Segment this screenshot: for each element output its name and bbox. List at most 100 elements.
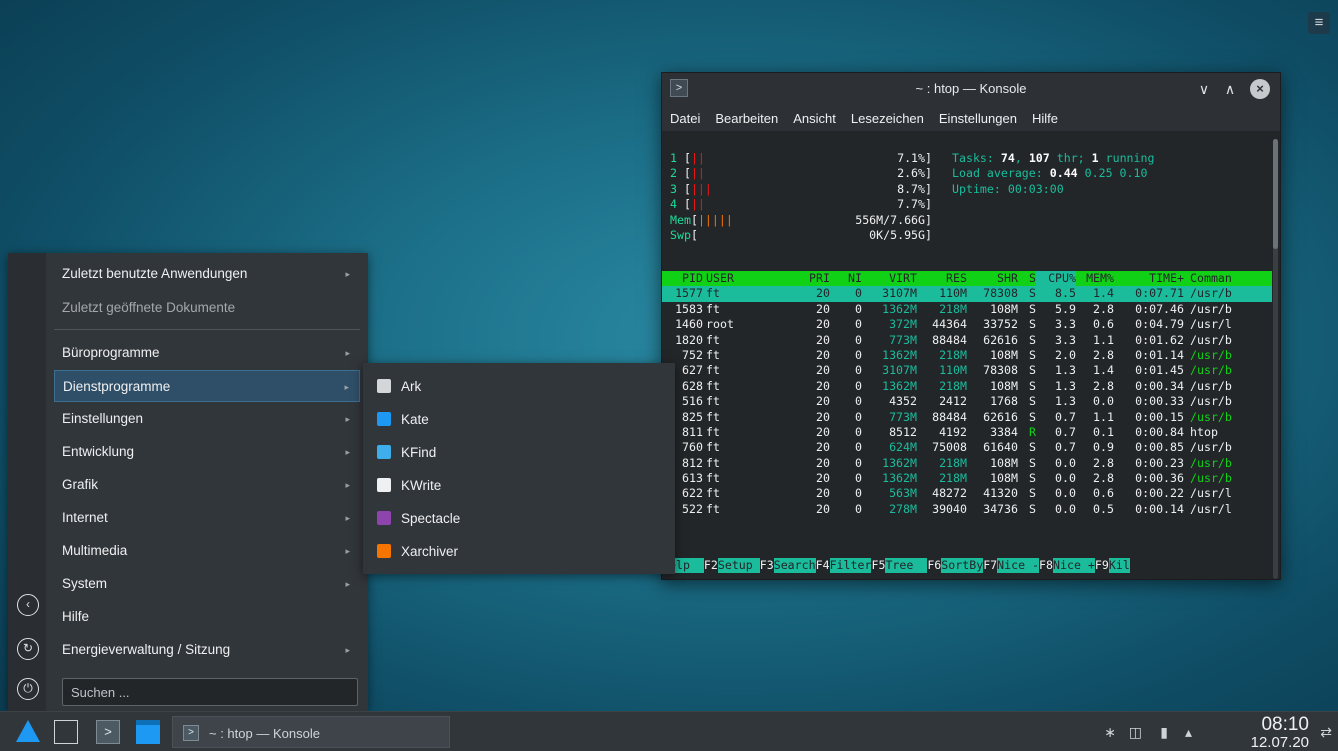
launcher-item-dienstprogramme[interactable]: Dienstprogramme ▸ (54, 370, 360, 402)
fkey-label[interactable]: SortBy (941, 557, 984, 573)
chevron-right-icon: ▸ (345, 546, 350, 556)
fkey-F9[interactable]: F9 (1095, 558, 1109, 573)
tasks-line: Tasks: 74, 107 thr; 1 running (952, 151, 1155, 165)
submenu-item-spectacle[interactable]: Spectacle (371, 502, 667, 535)
fkey-label[interactable]: Kil (1108, 557, 1130, 573)
taskbar: > > ~ : htop — Konsole ∗ ◫ ▮ ▴ 08:10 12.… (0, 711, 1338, 751)
launcher-item-label: Büroprogramme (62, 345, 160, 360)
process-row[interactable]: 825 ft 20 0 773M 88484 62616 S 0.7 1.1 0:00.15/usr… (662, 410, 1272, 425)
submenu-item-label: Spectacle (401, 511, 461, 526)
process-row[interactable]: 613 ft 20 0 1362M 218M 108M S 0.0 2.8 0:00.36/usr/… (662, 471, 1272, 486)
process-table-header[interactable]: PID USER PRI NI VIRT RES SHR S CPU% MEM% TIME+ Comm… (662, 271, 1272, 287)
process-row[interactable]: 1460 root 20 0 372M 44364 33752 S 3.3 0.6 0:04.79/… (662, 317, 1272, 332)
submenu-item-kfind[interactable]: KFind (371, 436, 667, 469)
launcher-item-label: Hilfe (62, 609, 90, 624)
submenu-item-xarchiver[interactable]: Xarchiver (371, 535, 667, 568)
launcher-item-internet[interactable]: Internet ▸ (54, 502, 360, 534)
back-icon[interactable]: ‹ (17, 594, 39, 616)
process-row[interactable]: 522 ft 20 0 278M 39040 34736 S 0.0 0.5 0:00.14/usr… (662, 502, 1272, 517)
dolphin-launcher-icon[interactable] (136, 720, 160, 744)
power-icon[interactable]: ⏻ (17, 678, 39, 700)
process-row[interactable]: 516 ft 20 0 4352 2412 1768 S 1.3 0.0 0:00.33/usr/b (662, 394, 1272, 409)
launcher-item-einstellungen[interactable]: Einstellungen ▸ (54, 403, 360, 435)
fkey-F7[interactable]: F7 (983, 558, 997, 573)
process-row[interactable]: 1577 ft 20 0 3107M 110M 78308 S 8.5 1.4 0:07.71/us… (662, 286, 1272, 302)
fkey-label[interactable]: Setup (717, 557, 760, 573)
process-row[interactable]: 1583 ft 20 0 1362M 218M 108M S 5.9 2.8 0:07.46/usr… (662, 302, 1272, 317)
tray-expand-icon[interactable]: ▴ (1185, 724, 1192, 741)
network-icon[interactable]: ◫ (1129, 724, 1142, 741)
refresh-icon[interactable]: ↻ (17, 638, 39, 660)
terminal-area[interactable]: 1 [|| 7.1%] 2 [|| 2.6%] 3 [||| 8.7%] 4 [|| 7.7%… (662, 131, 1272, 579)
fkey-label[interactable]: Filter (829, 557, 872, 573)
fkey-label[interactable]: Nice - (997, 557, 1040, 573)
process-row[interactable]: 752 ft 20 0 1362M 218M 108M S 2.0 2.8 0:01.14/usr/… (662, 348, 1272, 363)
maximize-icon[interactable]: ∧ (1220, 79, 1240, 99)
fkey-F6[interactable]: F6 (927, 558, 941, 573)
process-row[interactable]: 811 ft 20 0 8512 4192 3384 R 0.7 0.1 0:00.84 htop (662, 425, 1272, 440)
launcher-item-energieverwaltung-sitzung[interactable]: Energieverwaltung / Sitzung ▸ (54, 634, 360, 666)
desktop-menu-icon[interactable]: ≡ (1308, 12, 1330, 34)
submenu-item-ark[interactable]: Ark (371, 370, 667, 403)
process-table: PID USER PRI NI VIRT RES SHR S CPU% MEM% TIME+ Comm… (662, 271, 1272, 517)
fkey-F2[interactable]: F2 (704, 558, 718, 573)
launcher-item-system[interactable]: System ▸ (54, 568, 360, 600)
menu-ansicht[interactable]: Ansicht (793, 111, 836, 126)
spectacle-icon (377, 511, 391, 525)
battery-icon[interactable]: ▮ (1160, 724, 1168, 741)
fkey-F3[interactable]: F3 (760, 558, 774, 573)
menu-hilfe[interactable]: Hilfe (1032, 111, 1058, 126)
launcher-item-entwicklung[interactable]: Entwicklung ▸ (54, 436, 360, 468)
bluetooth-icon[interactable]: ∗ (1104, 724, 1116, 741)
menu-einstellungen[interactable]: Einstellungen (939, 111, 1017, 126)
task-konsole[interactable]: > ~ : htop — Konsole (172, 716, 450, 748)
htop-sysinfo: Tasks: 74, 107 thr; 1 running Load averag… (952, 151, 1154, 197)
minimize-icon[interactable]: ∨ (1194, 79, 1214, 99)
search-input[interactable]: Suchen ... (62, 678, 358, 706)
fkey-F4[interactable]: F4 (816, 558, 830, 573)
chevron-right-icon: ▸ (345, 579, 350, 589)
close-icon[interactable]: × (1250, 79, 1270, 99)
xarchiver-icon (377, 544, 391, 558)
launcher-icon[interactable] (16, 720, 40, 744)
konsole-task-icon: > (183, 725, 199, 741)
clock-time[interactable]: 08:10 (1261, 714, 1309, 736)
cpu-meter-value: 7.1%] (897, 151, 932, 165)
chevron-right-icon: ▸ (345, 513, 350, 523)
launcher-item-grafik[interactable]: Grafik ▸ (54, 469, 360, 501)
launcher-item-büroprogramme[interactable]: Büroprogramme ▸ (54, 337, 360, 369)
launcher-item-zuletzt-benutzte-anwendungen[interactable]: Zuletzt benutzte Anwendungen ▸ (54, 258, 360, 290)
submenu-item-kate[interactable]: Kate (371, 403, 667, 436)
process-row[interactable]: 622 ft 20 0 563M 48272 41320 S 0.0 0.6 0:00.22/usr… (662, 486, 1272, 501)
fkey-label[interactable]: Nice + (1053, 557, 1095, 573)
menu-separator (54, 329, 360, 330)
cpu-meter-value: 8.7%] (897, 181, 932, 196)
menubar: Datei Bearbeiten Ansicht Lesezeichen Ein… (662, 105, 1280, 131)
process-row[interactable]: 628 ft 20 0 1362M 218M 108M S 1.3 2.8 0:00.34/usr/… (662, 379, 1272, 394)
chevron-right-icon: ▸ (345, 447, 350, 457)
terminal-scrollbar-thumb[interactable] (1273, 139, 1278, 249)
show-desktop-icon[interactable] (54, 720, 78, 744)
htop-function-keys: Help F2 Setup F3 Search F4 Filter F5 Tree F6 So… (662, 557, 1272, 573)
menu-lesezeichen[interactable]: Lesezeichen (851, 111, 924, 126)
fkey-F5[interactable]: F5 (871, 558, 885, 573)
fkey-F8[interactable]: F8 (1039, 558, 1053, 573)
launcher-item-label: Zuletzt geöffnete Dokumente (62, 300, 236, 315)
submenu-item-kwrite[interactable]: KWrite (371, 469, 667, 502)
launcher-item-multimedia[interactable]: Multimedia ▸ (54, 535, 360, 567)
process-row[interactable]: 1820 ft 20 0 773M 88484 62616 S 3.3 1.1 0:01.62/us… (662, 333, 1272, 348)
menu-datei[interactable]: Datei (670, 111, 700, 126)
fkey-label[interactable]: Search (773, 557, 816, 573)
menu-bearbeiten[interactable]: Bearbeiten (715, 111, 778, 126)
process-row[interactable]: 760 ft 20 0 624M 75008 61640 S 0.7 0.9 0:00.85/usr… (662, 440, 1272, 455)
process-row[interactable]: 812 ft 20 0 1362M 218M 108M S 0.0 2.8 0:00.23/usr/… (662, 456, 1272, 471)
launcher-item-hilfe[interactable]: Hilfe (54, 601, 360, 633)
panel-config-icon[interactable]: ⇄ (1320, 724, 1332, 741)
konsole-launcher-icon[interactable]: > (96, 720, 120, 744)
fkey-label[interactable]: Tree (885, 557, 928, 573)
konsole-window: > ~ : htop — Konsole ∨ ∧ × Datei Bearbei… (661, 72, 1281, 580)
clock-date[interactable]: 12.07.20 (1251, 734, 1309, 751)
launcher-item-zuletzt-geöffnete-dokumente[interactable]: Zuletzt geöffnete Dokumente (54, 292, 360, 324)
window-titlebar[interactable]: > ~ : htop — Konsole ∨ ∧ × (662, 73, 1280, 105)
process-row[interactable]: 627 ft 20 0 3107M 110M 78308 S 1.3 1.4 0:01.45/usr… (662, 363, 1272, 378)
